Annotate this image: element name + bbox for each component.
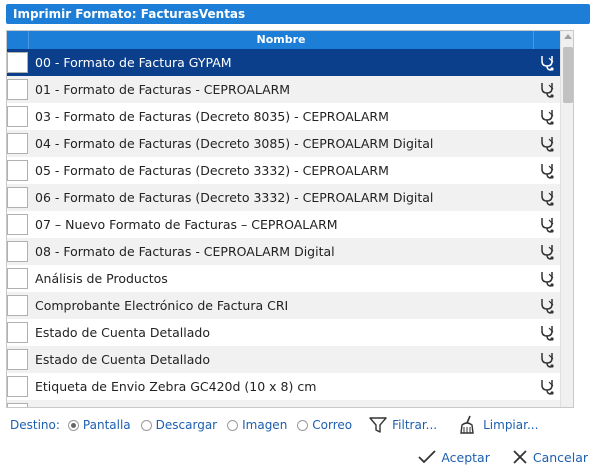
row-checkbox[interactable] [7, 79, 28, 100]
scroll-thumb[interactable] [563, 47, 573, 103]
scroll-up-arrow-icon[interactable] [561, 33, 573, 45]
radio-pantalla[interactable]: Pantalla [67, 418, 131, 432]
stethoscope-icon[interactable] [534, 211, 560, 238]
table-row[interactable]: 07 – Nuevo Formato de Facturas – CEPROAL… [7, 211, 560, 238]
dialog-title-bar: Imprimir Formato: FacturasVentas [6, 4, 590, 24]
radio-descargar[interactable]: Descargar [140, 418, 218, 432]
filter-button[interactable]: Filtrar... [368, 415, 437, 435]
row-label: 04 - Formato de Facturas (Decreto 3085) … [35, 136, 434, 151]
stethoscope-icon[interactable] [534, 103, 560, 130]
row-checkbox[interactable] [7, 349, 28, 370]
format-grid: Nombre 00 - Formato de Factura GYPAM 01 -… [6, 30, 574, 408]
header-nombre[interactable]: Nombre [29, 31, 534, 49]
accept-label: Aceptar [441, 449, 490, 465]
cancel-button[interactable]: Cancelar [512, 449, 588, 465]
row-label: Estado de Cuenta Detallado [35, 352, 210, 367]
row-label: Comprobante Electrónico de Factura CRI [35, 298, 289, 313]
stethoscope-icon[interactable] [534, 157, 560, 184]
stethoscope-icon[interactable] [534, 292, 560, 319]
table-row[interactable]: Estado de Cuenta Detallado [7, 319, 560, 346]
radio-correo[interactable]: Correo [297, 418, 352, 432]
row-checkbox[interactable] [7, 322, 28, 343]
table-row[interactable]: 05 - Formato de Facturas (Decreto 3332) … [7, 157, 560, 184]
dialog-footer: Aceptar Cancelar [396, 446, 588, 468]
row-checkbox[interactable] [7, 52, 28, 73]
header-select-column [7, 31, 29, 49]
table-row[interactable]: 06 - Formato de Facturas (Decreto 3332) … [7, 184, 560, 211]
row-label: 01 - Formato de Facturas - CEPROALARM [35, 82, 291, 97]
funnel-icon [369, 417, 387, 433]
table-row[interactable]: Análisis de Productos [7, 265, 560, 292]
filter-label: Filtrar... [392, 418, 438, 432]
row-checkbox[interactable] [7, 214, 28, 235]
row-checkbox[interactable] [7, 376, 28, 397]
table-row[interactable]: 01 - Formato de Facturas - CEPROALARM [7, 76, 560, 103]
clear-button[interactable]: Limpiar... [457, 414, 538, 436]
stethoscope-icon[interactable] [534, 184, 560, 211]
radio-button[interactable] [67, 419, 79, 431]
row-label: 03 - Formato de Facturas (Decreto 8035) … [35, 109, 389, 124]
row-label: Estado de Cuenta Detallado [35, 325, 210, 340]
grid-scrollbar[interactable] [560, 31, 573, 407]
table-row[interactable]: Comprobante Electrónico de Factura CRI [7, 292, 560, 319]
grid-header: Nombre [7, 31, 560, 49]
row-label: 07 – Nuevo Formato de Facturas – CEPROAL… [35, 217, 338, 232]
row-label: Etiqueta de Envio Zebra GC420d (10 x 8) … [35, 379, 317, 394]
stethoscope-icon[interactable] [534, 76, 560, 103]
destination-bar: Destino: Pantalla Descargar Imagen Correo F… [10, 414, 590, 436]
row-checkbox[interactable] [7, 187, 28, 208]
close-icon [513, 450, 527, 464]
broom-icon [460, 415, 474, 434]
row-checkbox[interactable] [7, 241, 28, 262]
row-checkbox[interactable] [7, 106, 28, 127]
row-checkbox[interactable] [7, 403, 28, 407]
table-row[interactable]: 04 - Formato de Facturas (Decreto 3085) … [7, 130, 560, 157]
row-checkbox[interactable] [7, 268, 28, 289]
stethoscope-icon[interactable] [534, 265, 560, 292]
stethoscope-icon[interactable] [534, 49, 560, 76]
row-checkbox[interactable] [7, 160, 28, 181]
radio-button[interactable] [297, 419, 309, 431]
destino-label: Destino: [10, 418, 60, 432]
row-label: Análisis de Productos [35, 271, 168, 286]
radio-label: Correo [312, 418, 353, 432]
table-row[interactable] [7, 400, 560, 407]
row-checkbox[interactable] [7, 295, 28, 316]
row-label: 05 - Formato de Facturas (Decreto 3332) … [35, 163, 389, 178]
dialog-title: Imprimir Formato: FacturasVentas [13, 7, 246, 21]
stethoscope-icon[interactable] [534, 238, 560, 265]
stethoscope-icon[interactable] [534, 130, 560, 157]
stethoscope-icon[interactable] [534, 400, 560, 407]
accept-button[interactable]: Aceptar [418, 449, 490, 465]
radio-label: Descargar [155, 418, 218, 432]
checkmark-icon [418, 450, 436, 464]
grid-rows: 00 - Formato de Factura GYPAM 01 - Format… [7, 49, 560, 407]
radio-label: Pantalla [82, 418, 131, 432]
row-checkbox[interactable] [7, 133, 28, 154]
table-row[interactable]: 08 - Formato de Facturas - CEPROALARM Di… [7, 238, 560, 265]
radio-button[interactable] [140, 419, 152, 431]
row-label: 06 - Formato de Facturas (Decreto 3332) … [35, 190, 434, 205]
header-action-column [534, 31, 560, 49]
clear-label: Limpiar... [483, 418, 539, 432]
table-row[interactable]: 03 - Formato de Facturas (Decreto 8035) … [7, 103, 560, 130]
destination-options: Pantalla Descargar Imagen Correo [67, 418, 362, 432]
stethoscope-icon[interactable] [534, 346, 560, 373]
radio-button[interactable] [227, 419, 239, 431]
row-label: 00 - Formato de Factura GYPAM [35, 55, 232, 70]
table-row[interactable]: Estado de Cuenta Detallado [7, 346, 560, 373]
table-row[interactable]: Etiqueta de Envio Zebra GC420d (10 x 8) … [7, 373, 560, 400]
stethoscope-icon[interactable] [534, 319, 560, 346]
radio-imagen[interactable]: Imagen [227, 418, 287, 432]
row-label: 08 - Formato de Facturas - CEPROALARM Di… [35, 244, 335, 259]
stethoscope-icon[interactable] [534, 373, 560, 400]
radio-label: Imagen [242, 418, 288, 432]
cancel-label: Cancelar [532, 449, 588, 465]
table-row[interactable]: 00 - Formato de Factura GYPAM [7, 49, 560, 76]
